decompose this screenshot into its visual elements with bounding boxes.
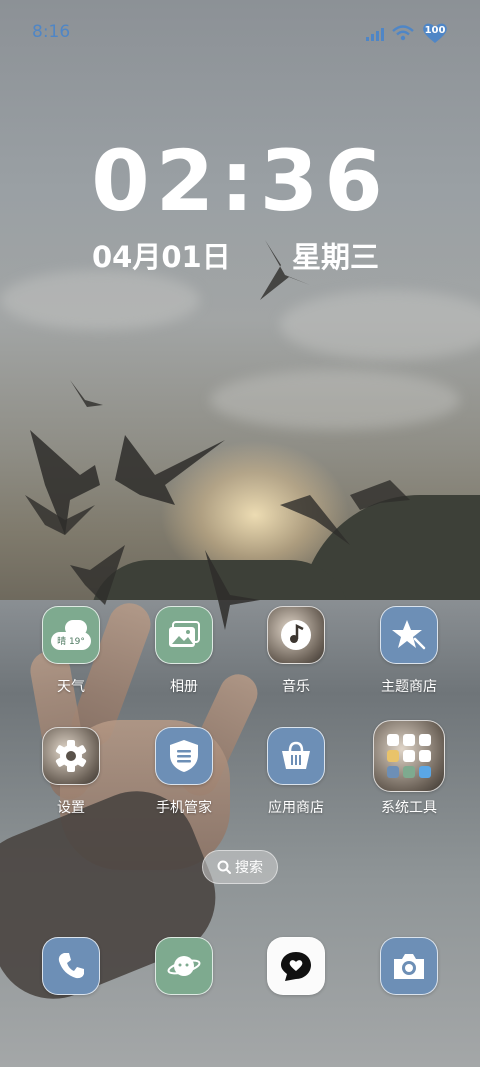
phone-manager-icon (155, 727, 213, 785)
app-label: 音乐 (282, 679, 310, 695)
wifi-icon (392, 25, 414, 41)
home-screen: 8:16 100 02:36 04月01日 星期三 晴 19° 天气 相册 音乐… (0, 0, 480, 1067)
folder-app-icon (419, 750, 431, 762)
app-theme-store[interactable]: 主题商店 (361, 606, 457, 696)
folder-app-icon (419, 766, 431, 778)
theme-store-icon (380, 606, 438, 664)
lock-clock-time[interactable]: 02:36 (0, 132, 480, 230)
status-icons: 100 (366, 22, 448, 44)
weather-icon: 晴 19° (42, 606, 100, 664)
search-button[interactable]: 搜索 (202, 850, 278, 884)
app-gallery[interactable]: 相册 (136, 606, 232, 696)
app-music[interactable]: 音乐 (248, 606, 344, 696)
app-store-icon (267, 727, 325, 785)
app-weather[interactable]: 晴 19° 天气 (23, 606, 119, 696)
app-label: 相册 (170, 679, 198, 695)
app-label: 系统工具 (381, 800, 437, 816)
signal-icon (366, 25, 384, 41)
folder-system-tools[interactable]: 系统工具 (361, 720, 457, 817)
weather-text: 晴 19° (57, 637, 85, 647)
settings-icon (42, 727, 100, 785)
folder-app-icon (387, 766, 399, 778)
folder-app-icon (403, 734, 415, 746)
app-label: 天气 (57, 679, 85, 695)
folder-app-icon (387, 734, 399, 746)
clock-date: 04月01日 (92, 240, 231, 274)
app-label: 手机管家 (156, 800, 212, 816)
folder-app-grid (387, 734, 431, 778)
dock-browser[interactable] (136, 937, 232, 995)
music-icon (267, 606, 325, 664)
bird-flock (25, 430, 225, 535)
dock-camera[interactable] (361, 937, 457, 995)
dock-messages[interactable] (248, 937, 344, 995)
search-label: 搜索 (235, 860, 263, 876)
phone-icon (42, 937, 100, 995)
folder-app-icon (419, 734, 431, 746)
camera-icon (380, 937, 438, 995)
status-time: 8:16 (32, 22, 71, 42)
app-phone-manager[interactable]: 手机管家 (136, 727, 232, 817)
bird-silhouette (70, 545, 125, 605)
folder-app-icon (403, 750, 415, 762)
bird-silhouette (70, 380, 103, 407)
battery-icon: 100 (422, 22, 448, 44)
clock-weekday: 星期三 (292, 240, 380, 274)
app-label: 应用商店 (268, 800, 324, 816)
folder-app-icon (387, 750, 399, 762)
wallpaper-cloud (0, 270, 200, 330)
app-app-store[interactable]: 应用商店 (248, 727, 344, 817)
search-icon (217, 860, 231, 874)
system-tools-folder-icon (373, 720, 445, 792)
folder-app-icon (403, 766, 415, 778)
app-settings[interactable]: 设置 (23, 727, 119, 817)
dock-phone[interactable] (23, 937, 119, 995)
bird-flock (280, 480, 410, 545)
app-label: 设置 (57, 800, 85, 816)
wallpaper-cloud (210, 370, 460, 430)
chat-heart-icon (267, 937, 325, 995)
battery-level: 100 (424, 25, 446, 36)
app-label: 主题商店 (381, 679, 437, 695)
gallery-icon (155, 606, 213, 664)
planet-icon (155, 937, 213, 995)
